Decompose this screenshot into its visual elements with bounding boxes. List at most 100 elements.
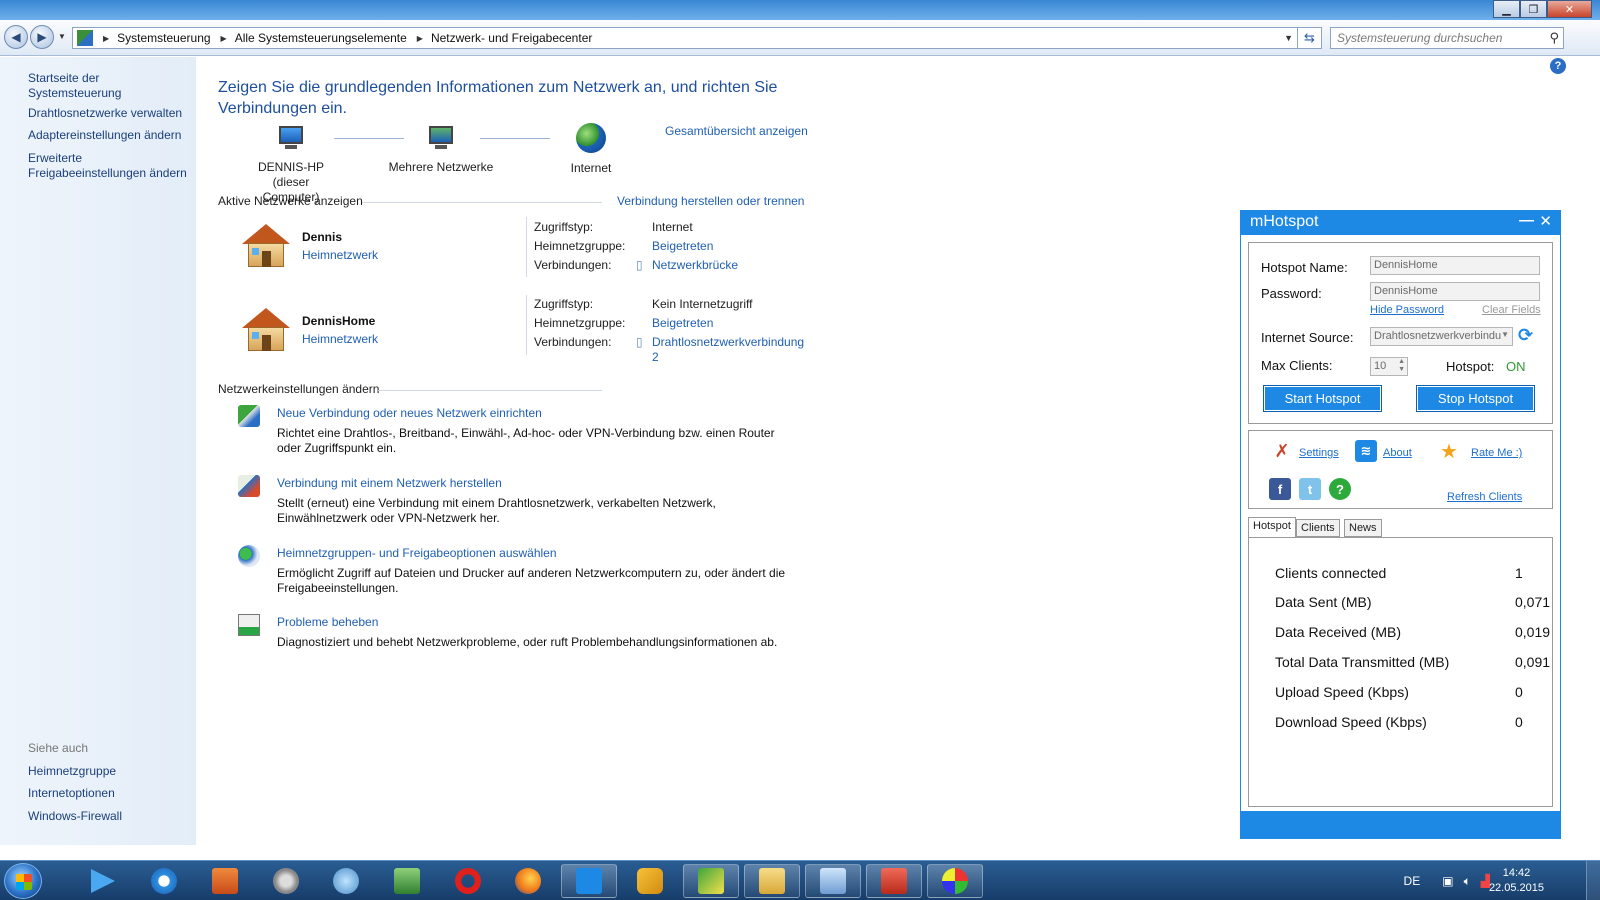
hide-password-link[interactable]: Hide Password (1370, 304, 1444, 316)
taskbar-opera-icon[interactable] (440, 864, 496, 898)
minimize-icon[interactable]: — (1519, 212, 1534, 229)
breadcrumb-separator-icon[interactable]: ▶ (103, 34, 109, 43)
taskbar-internet-explorer-icon[interactable] (136, 864, 192, 898)
tab-hotspot[interactable]: Hotspot (1248, 517, 1296, 538)
network-type-link[interactable]: Heimnetzwerk (302, 248, 378, 262)
help-circle-icon[interactable]: ? (1329, 478, 1351, 500)
taskbar-toolbox-icon[interactable] (866, 864, 922, 898)
taskbar-mhotspot-icon[interactable] (561, 864, 617, 898)
window-title-strip: ▁ ❐ ✕ (0, 0, 1600, 20)
home-network-icon (242, 308, 290, 352)
password-input[interactable]: DennisHome (1370, 282, 1540, 301)
tab-clients[interactable]: Clients (1296, 519, 1340, 537)
maximize-button[interactable]: ❐ (1520, 0, 1547, 18)
see-also-heading: Siehe auch (28, 741, 89, 755)
map-connector-line (480, 138, 550, 139)
homegroup-link[interactable]: Beigetreten (652, 239, 713, 254)
taskbar-hp-icon[interactable] (379, 864, 435, 898)
facebook-icon[interactable]: f (1269, 478, 1291, 500)
tray-device-icon[interactable]: ▣ (1442, 874, 1453, 888)
internet-source-select[interactable]: Drahtlosnetzwerkverbindu ▼ (1370, 327, 1513, 346)
task-new-connection-link[interactable]: Neue Verbindung oder neues Netzwerk einr… (277, 406, 542, 420)
about-link[interactable]: About (1383, 447, 1412, 459)
homegroup-label: Heimnetzgruppe: (534, 239, 626, 253)
clear-fields-link[interactable]: Clear Fields (1482, 304, 1541, 316)
refresh-icon[interactable]: ⇆ (1297, 27, 1321, 49)
close-icon[interactable]: ✕ (1539, 212, 1552, 230)
nav-adapter-settings-link[interactable]: Adaptereinstellungen ändern (28, 128, 193, 143)
hotspot-status-label: Hotspot: (1446, 359, 1495, 374)
see-also-firewall-link[interactable]: Windows-Firewall (28, 809, 193, 824)
computer-name: DENNIS-HP (257, 160, 324, 174)
close-button[interactable]: ✕ (1547, 0, 1592, 18)
address-box[interactable]: ▶ Systemsteuerung ▶ Alle Systemsteuerungs… (72, 27, 1322, 49)
taskbar-remote-desktop-icon[interactable] (197, 864, 253, 898)
map-computer-node[interactable]: DENNIS-HP (dieser Computer) (246, 124, 336, 205)
clock[interactable]: 14:42 22.05.2015 (1489, 866, 1544, 896)
full-map-link[interactable]: Gesamtübersicht anzeigen (665, 124, 808, 138)
hotspot-name-input[interactable]: DennisHome (1370, 256, 1540, 275)
taskbar-games-icon[interactable] (622, 864, 678, 898)
clock-date: 22.05.2015 (1488, 882, 1544, 894)
page-title: Zeigen Sie die grundlegenden Information… (218, 79, 778, 117)
taskbar-skype-icon[interactable] (318, 864, 374, 898)
network-type-link[interactable]: Heimnetzwerk (302, 332, 378, 346)
taskbar-control-panel-icon[interactable] (805, 864, 861, 898)
show-desktop-button[interactable] (1586, 861, 1600, 900)
nav-manage-wireless-link[interactable]: Drahtlosnetzwerke verwalten (28, 106, 193, 121)
homegroup-link[interactable]: Beigetreten (652, 316, 713, 331)
taskbar-network-center-icon[interactable] (683, 864, 739, 898)
nav-home-link[interactable]: Startseite der Systemsteuerung (28, 71, 193, 101)
recent-pages-arrow-icon[interactable]: ▼ (58, 32, 66, 41)
new-connection-icon (238, 405, 260, 427)
taskbar-paint-icon[interactable] (927, 864, 983, 898)
back-button[interactable]: ◀ (4, 25, 28, 49)
connect-disconnect-link[interactable]: Verbindung herstellen oder trennen (617, 194, 804, 208)
task-connect-network-link[interactable]: Verbindung mit einem Netzwerk herstellen (277, 476, 502, 490)
wifi-icon[interactable]: ≋ (1355, 440, 1377, 462)
forward-button[interactable]: ▶ (30, 25, 54, 49)
connect-network-icon (238, 475, 260, 497)
breadcrumb-item[interactable]: Netzwerk- und Freigabecenter (431, 31, 592, 45)
volume-icon[interactable]: 🔈︎ (1464, 874, 1471, 889)
refresh-clients-link[interactable]: Refresh Clients (1447, 491, 1522, 503)
start-button[interactable] (4, 863, 42, 899)
stepper-arrows-icon[interactable]: ▲ ▼ (1398, 358, 1405, 374)
stop-hotspot-button[interactable]: Stop Hotspot (1416, 385, 1535, 412)
hotspot-config-panel: Hotspot Name: DennisHome Password: Denni… (1248, 242, 1553, 424)
start-hotspot-button[interactable]: Start Hotspot (1263, 385, 1382, 412)
see-also-internet-options-link[interactable]: Internetoptionen (28, 786, 193, 801)
map-internet-node[interactable]: Internet (551, 123, 631, 176)
search-icon[interactable]: ⚲ (1549, 30, 1559, 46)
connection-link[interactable]: Netzwerkbrücke (652, 258, 738, 273)
task-troubleshoot-link[interactable]: Probleme beheben (277, 615, 378, 629)
nav-advanced-sharing-link[interactable]: Erweiterte Freigabeeinstellungen ändern (28, 151, 193, 181)
rate-me-link[interactable]: Rate Me :) (1471, 447, 1522, 459)
language-indicator[interactable]: DE (1404, 874, 1421, 888)
address-bar-row: ◀ ▶ ▼ ▶ Systemsteuerung ▶ Alle Systemsteu… (0, 20, 1600, 56)
tab-news[interactable]: News (1344, 519, 1382, 537)
task-homegroup-sharing-link[interactable]: Heimnetzgruppen- und Freigabeoptionen au… (277, 546, 557, 560)
connection-link[interactable]: Drahtlosnetzwerkverbindung 2 (652, 335, 804, 365)
taskbar-firefox-icon[interactable] (500, 864, 556, 898)
star-icon[interactable]: ★ (1438, 440, 1460, 463)
taskbar-speaker-app-icon[interactable] (258, 864, 314, 898)
taskbar-arrow-app-icon[interactable] (75, 864, 131, 898)
see-also-homegroup-link[interactable]: Heimnetzgruppe (28, 764, 193, 779)
breadcrumb-item[interactable]: Alle Systemsteuerungselemente ▶ (235, 31, 431, 45)
search-input[interactable]: Systemsteuerung durchsuchen ⚲ (1330, 27, 1564, 49)
taskbar: DE ▣ 🔈︎ ▟ 14:42 22.05.2015 (0, 860, 1600, 900)
max-clients-stepper[interactable]: 10 ▲ ▼ (1370, 357, 1408, 376)
internet-label: Internet (570, 161, 612, 175)
taskbar-explorer-icon[interactable] (744, 864, 800, 898)
breadcrumb-item[interactable]: Systemsteuerung ▶ (117, 31, 235, 45)
address-dropdown-icon[interactable]: ▼ (1284, 33, 1293, 43)
twitter-icon[interactable]: t (1299, 478, 1321, 500)
minimize-button[interactable]: ▁ (1493, 0, 1520, 18)
map-multiple-networks-node[interactable]: Mehrere Netzwerke (381, 124, 501, 175)
access-type-value: Kein Internetzugriff (652, 297, 753, 311)
settings-tools-icon[interactable]: ✗ (1271, 440, 1293, 462)
settings-link[interactable]: Settings (1299, 447, 1339, 459)
active-networks-heading: Aktive Netzwerke anzeigen (218, 194, 363, 208)
refresh-source-icon[interactable]: ⟳ (1518, 325, 1533, 346)
